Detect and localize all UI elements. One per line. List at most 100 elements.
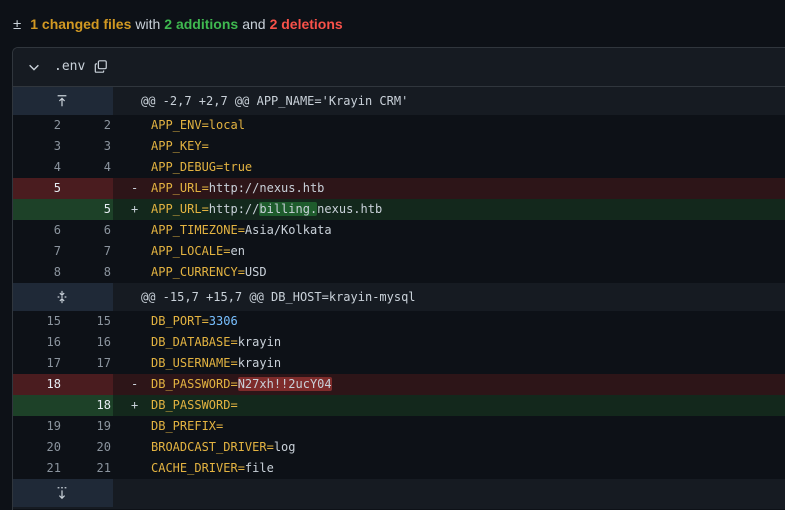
expand-gutter[interactable] xyxy=(13,283,113,311)
old-line-number[interactable]: 3 xyxy=(13,136,61,157)
expand-down-icon[interactable] xyxy=(55,486,69,500)
code-line: APP_KEY= xyxy=(151,136,209,157)
expand-both-icon[interactable] xyxy=(55,290,69,304)
new-line-number[interactable] xyxy=(63,178,111,199)
env-key: APP_LOCALE= xyxy=(151,244,231,258)
chevron-down-icon[interactable] xyxy=(27,60,41,74)
new-line-number[interactable]: 19 xyxy=(63,416,111,437)
file-header: .env xyxy=(13,48,785,87)
env-key: DB_PORT= xyxy=(151,314,209,328)
diff-line: 17 17 DB_USERNAME=krayin xyxy=(13,353,785,374)
new-line-number[interactable]: 8 xyxy=(63,262,111,283)
env-key: APP_DEBUG= xyxy=(151,160,224,174)
code-line: DB_PORT=3306 xyxy=(151,311,238,332)
code-line: APP_DEBUG=true xyxy=(151,157,252,178)
code-line: DB_PASSWORD= xyxy=(151,395,238,416)
env-key: APP_URL= xyxy=(151,181,209,195)
env-key: APP_TIMEZONE= xyxy=(151,223,245,237)
old-line-number[interactable]: 2 xyxy=(13,115,61,136)
code-line: CACHE_DRIVER=file xyxy=(151,458,274,479)
env-key: BROADCAST_DRIVER= xyxy=(151,440,274,454)
code-line: DB_USERNAME=krayin xyxy=(151,353,281,374)
deletions-count: 2 deletions xyxy=(269,16,343,32)
diff-line: 18 - DB_PASSWORD=N27xh!!2ucY04 xyxy=(13,374,785,395)
env-value: nexus.htb xyxy=(317,202,383,216)
old-line-number[interactable]: 17 xyxy=(13,353,61,374)
hunk-header: @@ -15,7 +15,7 @@ DB_HOST=krayin-mysql xyxy=(13,283,785,311)
file-diff: .env @@ -2,7 +2,7 @@ APP_NAME='Krayin CR… xyxy=(12,47,785,510)
expand-gutter[interactable] xyxy=(13,479,113,507)
code-line: APP_ENV=local xyxy=(151,115,245,136)
diff-line: 5 + APP_URL=http://billing.nexus.htb xyxy=(13,199,785,220)
env-value: Asia/Kolkata xyxy=(244,223,332,237)
code-line: APP_URL=http://nexus.htb xyxy=(151,178,324,199)
new-line-number[interactable]: 3 xyxy=(63,136,111,157)
diff-sign: + xyxy=(131,398,139,412)
old-line-number[interactable]: 15 xyxy=(13,311,61,332)
code-line: DB_PASSWORD=N27xh!!2ucY04 xyxy=(151,374,332,395)
diff-table: @@ -2,7 +2,7 @@ APP_NAME='Krayin CRM' 22… xyxy=(13,87,785,509)
diff-line: 20 20 BROADCAST_DRIVER=log xyxy=(13,437,785,458)
old-line-number[interactable]: 20 xyxy=(13,437,61,458)
new-line-number[interactable]: 15 xyxy=(63,311,111,332)
new-line-number[interactable]: 5 xyxy=(63,199,111,220)
added-highlight: billing. xyxy=(259,202,318,216)
old-line-number[interactable]: 21 xyxy=(13,458,61,479)
old-line-number[interactable]: 5 xyxy=(13,178,61,199)
new-line-number[interactable]: 4 xyxy=(63,157,111,178)
file-name[interactable]: .env xyxy=(54,59,85,74)
old-line-number[interactable] xyxy=(13,395,61,416)
old-line-number[interactable]: 6 xyxy=(13,220,61,241)
code-line: APP_LOCALE=en xyxy=(151,241,245,262)
old-line-number[interactable]: 4 xyxy=(13,157,61,178)
env-key: DB_PASSWORD= xyxy=(151,377,238,391)
env-key: APP_ENV= xyxy=(151,118,209,132)
diff-line: 18 + DB_PASSWORD= xyxy=(13,395,785,416)
old-line-number[interactable]: 19 xyxy=(13,416,61,437)
old-line-number[interactable]: 7 xyxy=(13,241,61,262)
changed-files-count: 1 changed files xyxy=(30,16,132,32)
env-key: DB_PREFIX= xyxy=(151,419,224,433)
new-line-number[interactable]: 21 xyxy=(63,458,111,479)
expand-up-icon[interactable] xyxy=(55,94,69,108)
hunk-header: @@ -2,7 +2,7 @@ APP_NAME='Krayin CRM' xyxy=(13,87,785,115)
diff-line: 19 19 DB_PREFIX= xyxy=(13,416,785,437)
code-line: APP_CURRENCY=USD xyxy=(151,262,267,283)
diff-line: 6 6 APP_TIMEZONE=Asia/Kolkata xyxy=(13,220,785,241)
old-line-number[interactable]: 18 xyxy=(13,374,61,395)
summary-with: with xyxy=(135,16,161,32)
env-key: APP_KEY= xyxy=(151,139,209,153)
new-line-number[interactable]: 18 xyxy=(63,395,111,416)
old-line-number[interactable] xyxy=(13,199,61,220)
additions-count: 2 additions xyxy=(164,16,239,32)
new-line-number[interactable]: 7 xyxy=(63,241,111,262)
code-line: APP_URL=http://billing.nexus.htb xyxy=(151,199,382,220)
env-key: APP_CURRENCY= xyxy=(151,265,245,279)
expand-gutter[interactable] xyxy=(13,87,113,115)
env-key: DB_PASSWORD= xyxy=(151,398,238,412)
new-line-number[interactable]: 2 xyxy=(63,115,111,136)
new-line-number[interactable]: 20 xyxy=(63,437,111,458)
new-line-number[interactable] xyxy=(63,374,111,395)
deleted-highlight: N27xh!!2ucY04 xyxy=(237,377,332,391)
diff-sign: - xyxy=(131,377,139,391)
env-key: DB_DATABASE= xyxy=(151,335,238,349)
old-line-number[interactable]: 16 xyxy=(13,332,61,353)
env-value: en xyxy=(230,244,245,258)
hunk-header-text: @@ -2,7 +2,7 @@ APP_NAME='Krayin CRM' xyxy=(141,94,409,108)
env-value: file xyxy=(244,461,274,475)
code-line: DB_DATABASE=krayin xyxy=(151,332,281,353)
new-line-number[interactable]: 17 xyxy=(63,353,111,374)
diff-line: 16 16 DB_DATABASE=krayin xyxy=(13,332,785,353)
copy-icon[interactable] xyxy=(94,59,108,74)
env-value: true xyxy=(223,160,253,174)
code-line: APP_TIMEZONE=Asia/Kolkata xyxy=(151,220,332,241)
old-line-number[interactable]: 8 xyxy=(13,262,61,283)
hunk-header-text: @@ -15,7 +15,7 @@ DB_HOST=krayin-mysql xyxy=(141,290,416,304)
env-value: log xyxy=(273,440,296,454)
new-line-number[interactable]: 6 xyxy=(63,220,111,241)
env-value: USD xyxy=(244,265,267,279)
env-key: APP_URL= xyxy=(151,202,209,216)
env-value: krayin xyxy=(237,356,282,370)
new-line-number[interactable]: 16 xyxy=(63,332,111,353)
